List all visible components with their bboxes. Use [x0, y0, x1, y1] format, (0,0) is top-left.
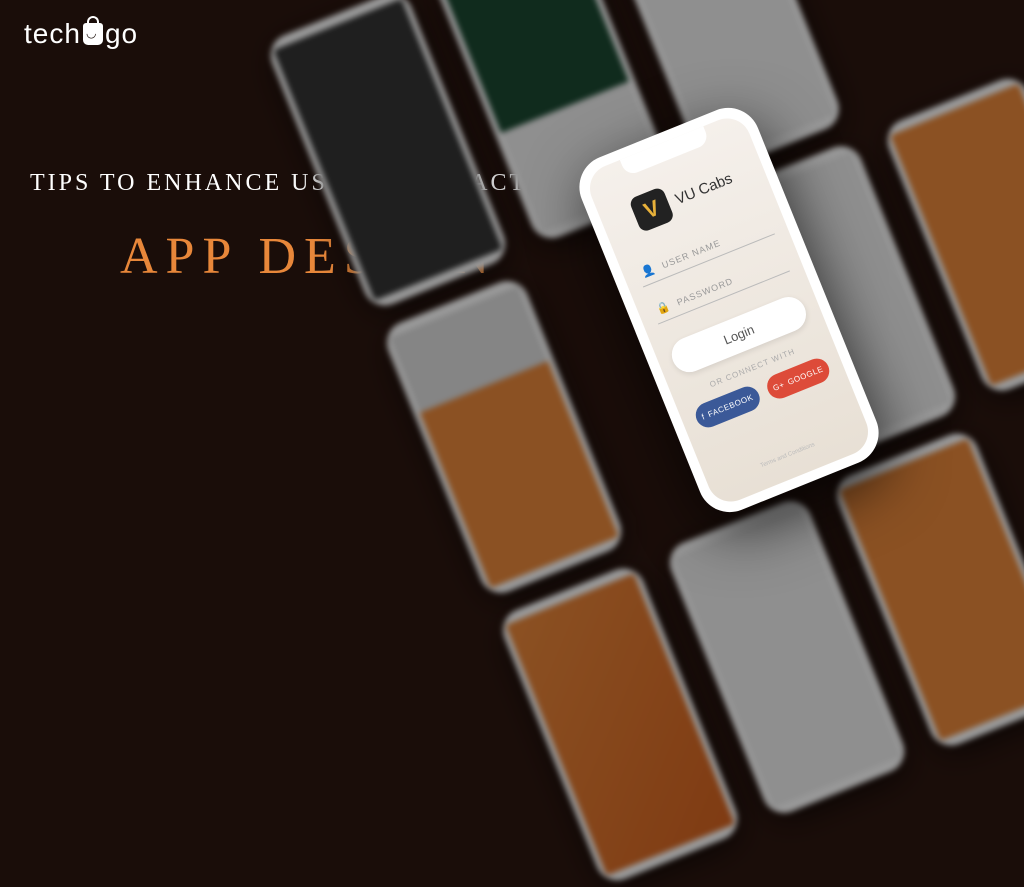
bg-phone: [380, 274, 628, 599]
username-label: USER NAME: [660, 237, 722, 270]
password-label: PASSWORD: [675, 275, 734, 307]
background-phones: [264, 0, 1024, 766]
brand-logo: techgo: [24, 18, 138, 50]
bag-icon: [83, 23, 103, 45]
brand-text-prefix: tech: [24, 18, 81, 50]
app-logo-icon: V: [628, 186, 675, 233]
app-name-text: VU Cabs: [673, 170, 735, 208]
lock-icon: 🔒: [655, 299, 673, 316]
user-icon: 👤: [640, 262, 658, 279]
brand-text-suffix: go: [105, 18, 138, 50]
facebook-icon: f: [700, 412, 706, 421]
google-icon: G+: [772, 380, 786, 393]
